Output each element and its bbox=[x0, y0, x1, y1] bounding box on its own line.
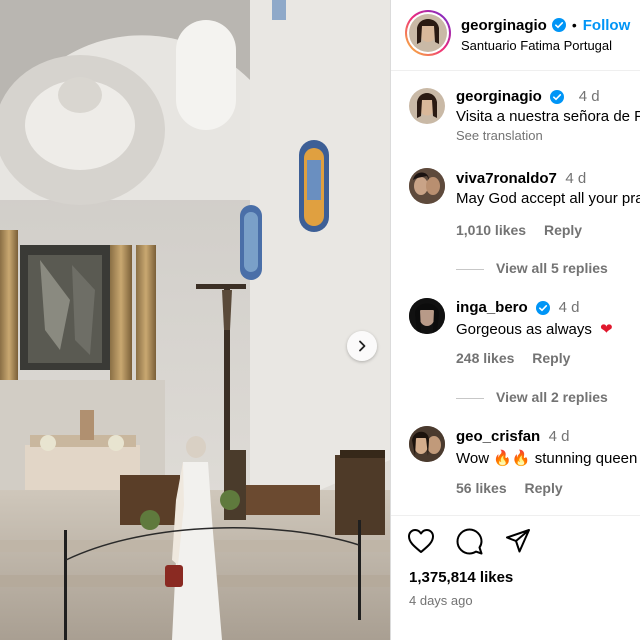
post-photo[interactable] bbox=[0, 0, 390, 640]
comment-button[interactable] bbox=[456, 528, 483, 560]
post-header: georginagio • Follow Santuario Fatima Po… bbox=[391, 0, 640, 71]
post-footer: 1,375,814 likes 4 days ago bbox=[391, 515, 640, 640]
view-replies-button[interactable]: View all 2 replies bbox=[456, 389, 608, 405]
comment-text: May God accept all your prayers bbox=[456, 190, 640, 207]
reply-button[interactable]: Reply bbox=[544, 222, 582, 238]
likes-count[interactable]: 1,375,814 likes bbox=[409, 569, 513, 586]
divider-line bbox=[456, 397, 484, 399]
chevron-right-icon bbox=[359, 340, 366, 352]
like-button[interactable] bbox=[407, 528, 435, 559]
post-location[interactable]: Santuario Fatima Portugal bbox=[461, 38, 612, 53]
follow-button[interactable]: Follow bbox=[583, 17, 631, 34]
heart-icon bbox=[408, 529, 434, 553]
view-replies-button[interactable]: View all 5 replies bbox=[456, 260, 608, 276]
comment-text-row: Gorgeous as always ❤ bbox=[456, 320, 613, 338]
comment-text-end: stunning queen bbox=[534, 450, 638, 467]
post-side-panel: georginagio • Follow Santuario Fatima Po… bbox=[390, 0, 640, 640]
comment-meta-row: 1,010 likes Reply bbox=[456, 222, 582, 238]
view-replies-label: View all 5 replies bbox=[496, 260, 608, 276]
comment-likes[interactable]: 56 likes bbox=[456, 480, 507, 496]
comment-time: 4 d bbox=[565, 170, 587, 187]
comment-username[interactable]: viva7ronaldo7 bbox=[456, 170, 557, 187]
fire-emoji: 🔥🔥 bbox=[493, 450, 531, 467]
verified-badge-icon bbox=[550, 89, 565, 104]
share-button[interactable] bbox=[505, 528, 531, 559]
comment-header-row: inga_bero 4 d bbox=[456, 299, 579, 317]
comment-avatar[interactable] bbox=[409, 426, 445, 462]
comment-meta-row: 56 likes Reply bbox=[456, 480, 563, 496]
comment-text-row: Wow 🔥🔥 stunning queen bbox=[456, 449, 637, 467]
comment-avatar[interactable] bbox=[409, 168, 445, 204]
instagram-post-view: georginagio • Follow Santuario Fatima Po… bbox=[0, 0, 640, 640]
see-translation-link[interactable]: See translation bbox=[456, 128, 543, 143]
verified-badge-icon bbox=[551, 18, 566, 32]
heart-emoji: ❤ bbox=[600, 321, 613, 338]
comment-header-row: viva7ronaldo7 4 d bbox=[456, 170, 586, 188]
view-replies-label: View all 2 replies bbox=[496, 389, 608, 405]
separator-dot: • bbox=[571, 17, 577, 33]
caption-avatar[interactable] bbox=[409, 88, 445, 124]
comment-time: 4 d bbox=[548, 428, 570, 445]
comment-username[interactable]: geo_crisfan bbox=[456, 428, 540, 445]
caption-time: 4 d bbox=[578, 88, 600, 105]
post-date[interactable]: 4 days ago bbox=[409, 593, 473, 608]
author-avatar[interactable] bbox=[405, 10, 451, 56]
reply-button[interactable]: Reply bbox=[532, 350, 570, 366]
header-title-row: georginagio • Follow bbox=[461, 14, 630, 36]
comment-text-start: Wow bbox=[456, 450, 490, 467]
author-username[interactable]: georginagio bbox=[461, 17, 547, 34]
next-image-button[interactable] bbox=[347, 331, 377, 361]
divider-line bbox=[456, 268, 484, 270]
comment-header-row: geo_crisfan 4 d bbox=[456, 428, 570, 446]
verified-badge-icon bbox=[536, 300, 551, 315]
caption-text: Visita a nuestra señora de Fátima bbox=[456, 108, 640, 125]
caption-header-row: georginagio 4 d bbox=[456, 88, 600, 106]
comment-meta-row: 248 likes Reply bbox=[456, 350, 570, 366]
comment-icon bbox=[456, 528, 483, 555]
comment-text: Gorgeous as always bbox=[456, 321, 592, 338]
reply-button[interactable]: Reply bbox=[525, 480, 563, 496]
caption-username[interactable]: georginagio bbox=[456, 88, 542, 105]
church-interior-image bbox=[0, 0, 390, 640]
comment-time: 4 d bbox=[558, 299, 580, 316]
comment-likes[interactable]: 1,010 likes bbox=[456, 222, 526, 238]
share-icon bbox=[506, 529, 530, 553]
comment-username[interactable]: inga_bero bbox=[456, 299, 528, 316]
comment-likes[interactable]: 248 likes bbox=[456, 350, 514, 366]
comment-avatar[interactable] bbox=[409, 298, 445, 334]
